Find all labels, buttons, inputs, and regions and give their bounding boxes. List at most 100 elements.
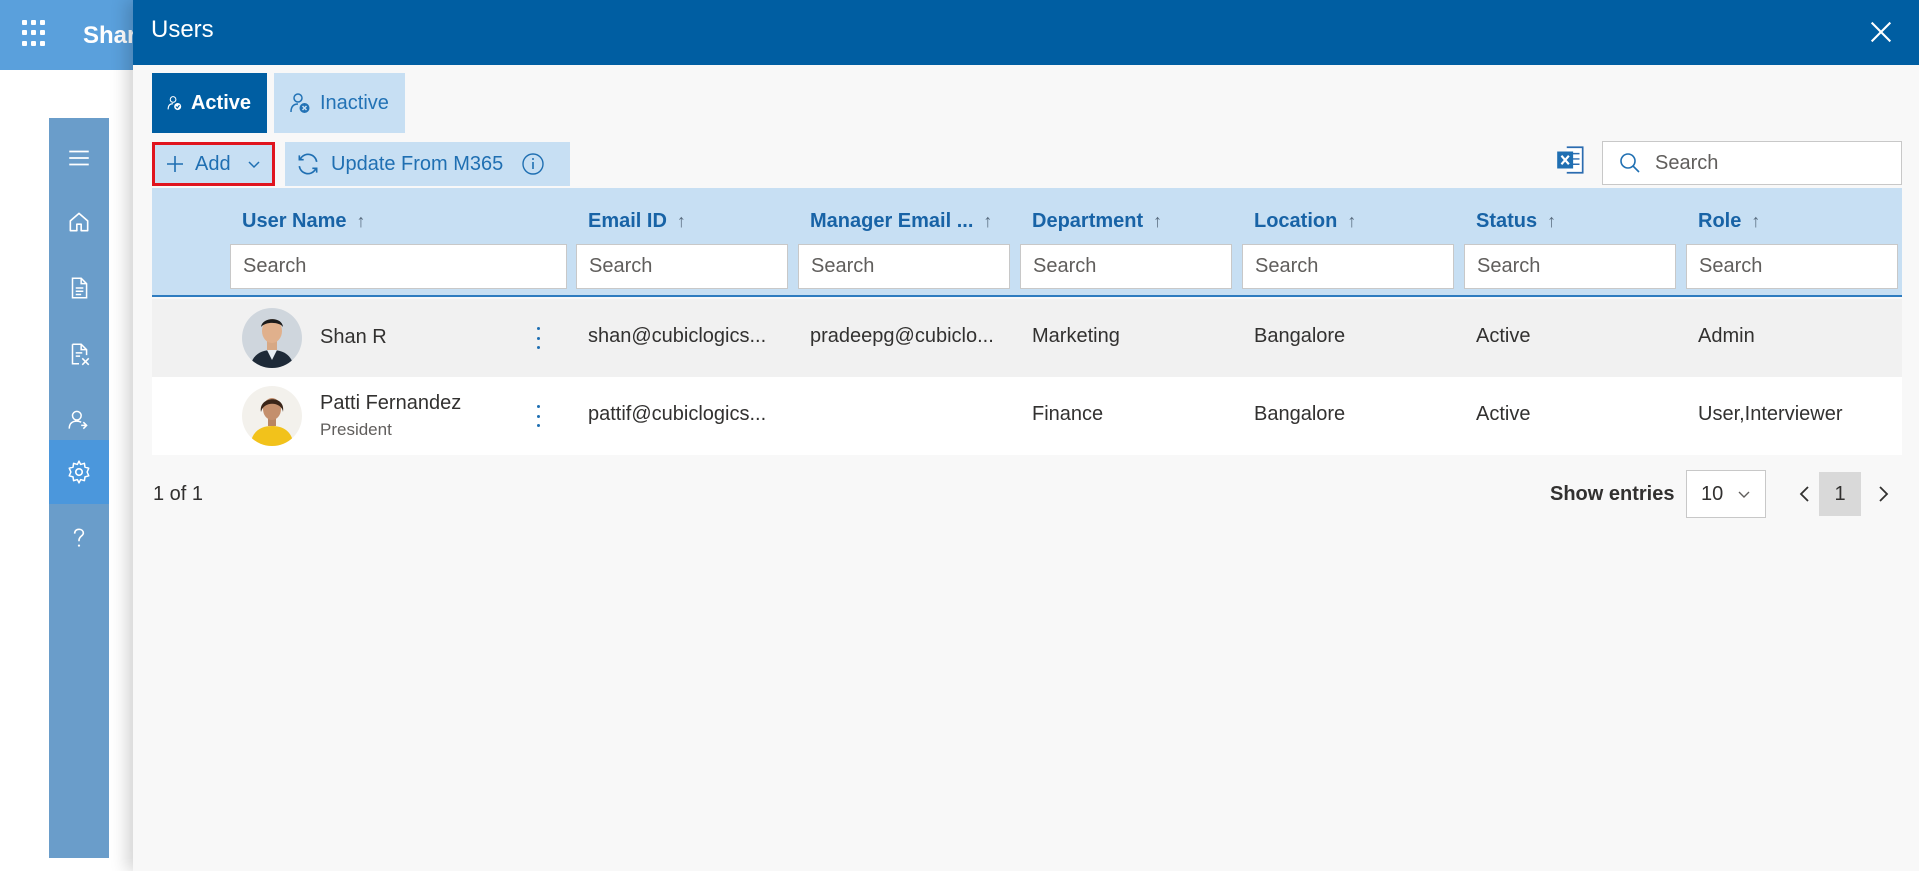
- column-header-label: Manager Email ...: [810, 210, 974, 232]
- column-header-label: Role: [1698, 210, 1742, 232]
- table-row[interactable]: Patti Fernandez President pattif@cubiclo…: [152, 377, 1902, 455]
- sort-arrow-icon: ↑: [1347, 211, 1357, 231]
- info-icon[interactable]: [521, 152, 545, 176]
- status-cell: Active: [1476, 403, 1531, 425]
- column-header-location[interactable]: Location ↑: [1254, 210, 1356, 233]
- column-header-label: User Name: [242, 210, 347, 232]
- tab-active-label: Active: [190, 91, 251, 114]
- role-cell: Admin: [1698, 325, 1755, 347]
- panel-title: Users: [151, 16, 214, 43]
- filter-manager-email-input[interactable]: [799, 245, 1009, 288]
- sort-arrow-icon: ↑: [1153, 211, 1163, 231]
- column-header-role[interactable]: Role ↑: [1698, 210, 1760, 233]
- column-header-label: Department: [1032, 210, 1144, 232]
- show-entries-label: Show entries: [1550, 483, 1675, 505]
- filter-role-input[interactable]: [1687, 245, 1897, 288]
- department-cell: Finance: [1032, 403, 1104, 425]
- add-button[interactable]: Add: [152, 142, 275, 186]
- users-panel: Users Active Inactive Add Update From M3…: [133, 0, 1919, 871]
- page-size-value: 10: [1701, 482, 1724, 505]
- user-check-icon: [167, 96, 182, 111]
- email-cell: shan@cubiclogics...: [588, 325, 767, 347]
- more-options-icon[interactable]: [531, 405, 545, 427]
- chevron-down-icon: [1738, 491, 1750, 498]
- sync-icon: [298, 153, 318, 175]
- status-cell: Active: [1476, 325, 1531, 347]
- previous-page-button[interactable]: [1793, 479, 1817, 509]
- column-header-status[interactable]: Status ↑: [1476, 210, 1556, 233]
- user-remove-icon: [290, 93, 310, 113]
- help-icon: [73, 528, 85, 547]
- role-cell: User,Interviewer: [1698, 403, 1843, 425]
- app-title: Shar: [83, 22, 137, 49]
- update-from-m365-button[interactable]: Update From M365: [285, 142, 570, 186]
- sort-arrow-icon: ↑: [356, 211, 366, 231]
- users-table: User Name ↑ Email ID ↑ Manager Email ... ↑ …: [152, 188, 1902, 455]
- next-page-button[interactable]: [1871, 479, 1895, 509]
- table-row[interactable]: Shan R shan@cubiclogics... pradeepg@cubi…: [152, 299, 1902, 377]
- filter-status: [1464, 244, 1676, 289]
- sort-arrow-icon: ↑: [1751, 211, 1761, 231]
- filter-email-id: [576, 244, 788, 289]
- sort-arrow-icon: ↑: [1547, 211, 1557, 231]
- filter-status-input[interactable]: [1465, 245, 1675, 288]
- sidebar-item-home[interactable]: [49, 190, 109, 254]
- sidebar-item-documents[interactable]: [49, 256, 109, 320]
- tab-active[interactable]: Active: [152, 73, 267, 133]
- tab-inactive[interactable]: Inactive: [274, 73, 405, 133]
- table-header: User Name ↑ Email ID ↑ Manager Email ... ↑ …: [152, 188, 1902, 297]
- search-input[interactable]: [1655, 151, 1875, 175]
- chevron-down-icon: [248, 161, 260, 169]
- chevron-left-icon: [1799, 486, 1809, 502]
- user-settings-icon: [68, 410, 88, 430]
- filter-user-name: [230, 244, 567, 289]
- chevron-right-icon: [1879, 486, 1889, 502]
- user-name: Shan R: [320, 326, 387, 348]
- filter-user-name-input[interactable]: [231, 245, 566, 288]
- sort-arrow-icon: ↑: [983, 211, 993, 231]
- column-header-label: Status: [1476, 210, 1538, 232]
- gear-icon: [68, 460, 90, 484]
- user-job-title: President: [320, 420, 392, 439]
- record-count: 1 of 1: [153, 483, 204, 505]
- manager-email-cell: pradeepg@cubiclo...: [810, 325, 994, 347]
- close-icon[interactable]: [1867, 18, 1895, 46]
- column-header-manager-email[interactable]: Manager Email ... ↑: [810, 210, 992, 233]
- avatar: [242, 386, 302, 446]
- search-box: [1602, 141, 1902, 185]
- excel-export-icon[interactable]: [1554, 143, 1588, 177]
- filter-department: [1020, 244, 1232, 289]
- update-button-label: Update From M365: [331, 152, 504, 175]
- panel-header: Users: [133, 0, 1919, 65]
- app-launcher-icon[interactable]: [22, 20, 50, 48]
- search-icon: [1620, 153, 1640, 173]
- document-icon: [71, 277, 88, 299]
- home-icon: [69, 212, 89, 232]
- filter-location-input[interactable]: [1243, 245, 1453, 288]
- hamburger-icon: [69, 150, 89, 166]
- column-header-label: Location: [1254, 210, 1338, 232]
- column-header-email-id[interactable]: Email ID ↑: [588, 210, 686, 233]
- column-header-user-name[interactable]: User Name ↑: [242, 210, 366, 233]
- filter-manager-email: [798, 244, 1010, 289]
- email-cell: pattif@cubiclogics...: [588, 403, 767, 425]
- column-header-department[interactable]: Department ↑: [1032, 210, 1162, 233]
- page-number-button[interactable]: 1: [1819, 472, 1861, 516]
- filter-email-id-input[interactable]: [577, 245, 787, 288]
- sidebar-item-help[interactable]: [49, 506, 109, 570]
- more-options-icon[interactable]: [531, 327, 545, 349]
- sidebar-item-settings[interactable]: [49, 440, 109, 504]
- filter-role: [1686, 244, 1898, 289]
- location-cell: Bangalore: [1254, 325, 1346, 347]
- tab-inactive-label: Inactive: [320, 91, 389, 114]
- add-button-label: Add: [195, 152, 231, 175]
- filter-location: [1242, 244, 1454, 289]
- sidebar-item-document-cancel[interactable]: [49, 322, 109, 386]
- avatar: [242, 308, 302, 368]
- status-tabs: Active Inactive: [152, 73, 405, 133]
- page-size-select[interactable]: 10: [1686, 470, 1766, 518]
- location-cell: Bangalore: [1254, 403, 1346, 425]
- plus-icon: [167, 156, 183, 172]
- filter-department-input[interactable]: [1021, 245, 1231, 288]
- sidebar-item-menu[interactable]: [49, 126, 109, 190]
